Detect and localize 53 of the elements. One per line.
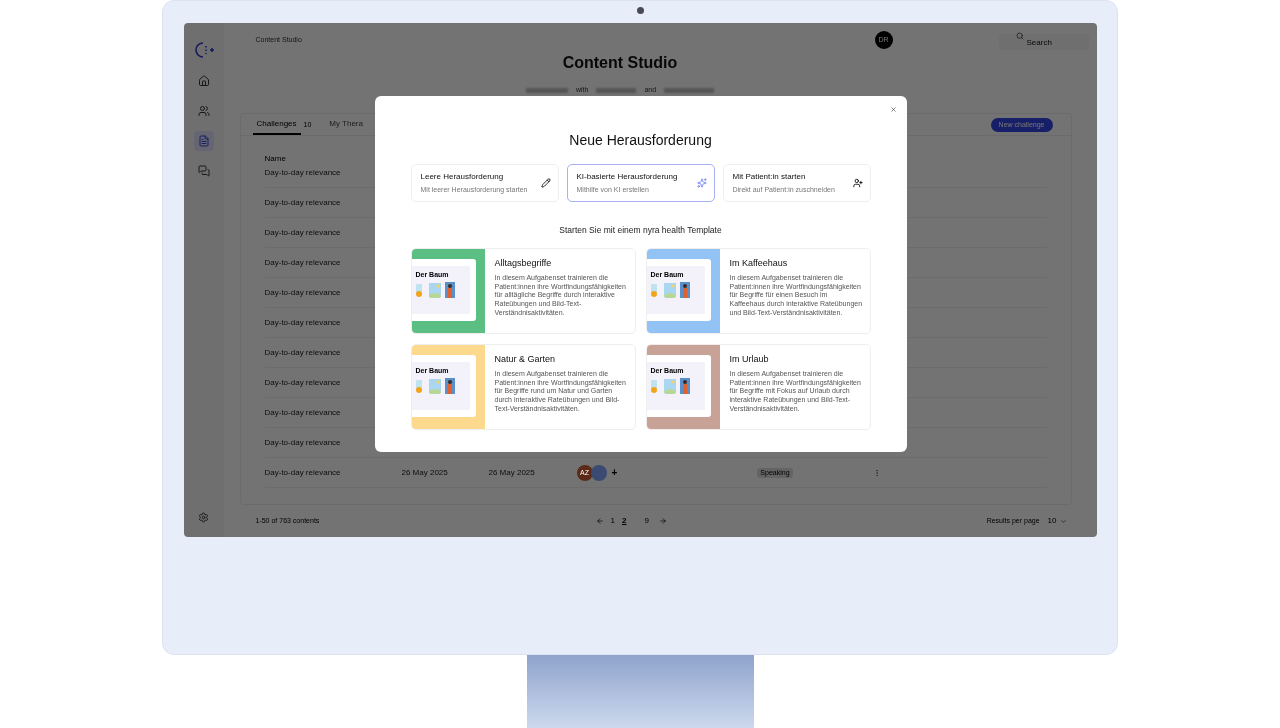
modal-title: Neue Herausforderung	[569, 131, 712, 150]
table-cell-text: 26 May 2025	[488, 466, 536, 479]
table-cell-text: Day-to-day relevance	[264, 316, 342, 329]
table-cell-text: Day-to-day relevance	[264, 346, 342, 359]
blurred-text	[525, 87, 568, 93]
logo-icon	[192, 41, 215, 59]
close-button[interactable]	[888, 104, 899, 114]
chat-icon	[197, 165, 210, 177]
sidebar-item[interactable]	[193, 131, 214, 151]
more-count: +	[611, 466, 618, 481]
table-cell-text: Day-to-day relevance	[264, 196, 342, 209]
option-title: Leere Herausforderung	[420, 170, 505, 183]
template-title: Im Kaffeehaus	[729, 256, 789, 270]
sparkles-icon	[696, 178, 707, 188]
template-title: Natur & Garten	[494, 352, 557, 366]
page-title: Content Studio	[561, 52, 679, 73]
search-icon	[1015, 32, 1024, 40]
blurred-text	[664, 87, 715, 93]
tab[interactable]: Challenges	[252, 114, 301, 136]
template-title: Im Urlaub	[729, 352, 770, 366]
tab[interactable]: My Thera	[325, 114, 367, 136]
chevron-down-icon	[1059, 517, 1067, 525]
page-number[interactable]: 1	[610, 515, 615, 528]
template-card[interactable]	[410, 343, 636, 430]
table-cell-text: Day-to-day relevance	[264, 166, 342, 179]
template-title: Alltagsbegriffe	[494, 256, 553, 270]
search-field[interactable]: Search	[998, 34, 1089, 51]
table-cell-text: Day-to-day relevance	[264, 256, 342, 269]
templates-heading: Starten Sie mit einem nyra health Template	[559, 224, 722, 237]
table-cell-text: Day-to-day relevance	[264, 406, 342, 419]
home-icon	[197, 75, 210, 87]
document-icon	[197, 135, 210, 147]
previous-page-icon[interactable]	[595, 517, 604, 526]
per-page-select[interactable]: 10	[1047, 515, 1067, 528]
users-icon	[197, 105, 210, 117]
page-number[interactable]: 2	[621, 515, 627, 528]
table-cell-text: Day-to-day relevance	[264, 226, 342, 239]
template-card[interactable]	[645, 247, 871, 334]
table-cell-text: 26 May 2025	[401, 466, 449, 479]
blurred-text	[596, 87, 637, 93]
pencil-icon	[540, 178, 551, 188]
table-cell-text: Day-to-day relevance	[264, 436, 342, 449]
table-cell-text: Day-to-day relevance	[264, 286, 342, 299]
table-cell-text: Day-to-day relevance	[264, 466, 342, 479]
option-title: KI-basierte Herausforderung	[576, 170, 679, 183]
user-plus-icon	[852, 178, 863, 188]
next-page-icon[interactable]	[658, 517, 667, 526]
close-icon	[890, 105, 897, 113]
column-header: Name	[264, 154, 286, 164]
page-number[interactable]: 9	[644, 515, 649, 528]
table-cell-text: Day-to-day relevance	[264, 376, 342, 389]
option-title: Mit Patient:in starten	[732, 170, 807, 183]
settings-icon[interactable]	[198, 512, 209, 523]
